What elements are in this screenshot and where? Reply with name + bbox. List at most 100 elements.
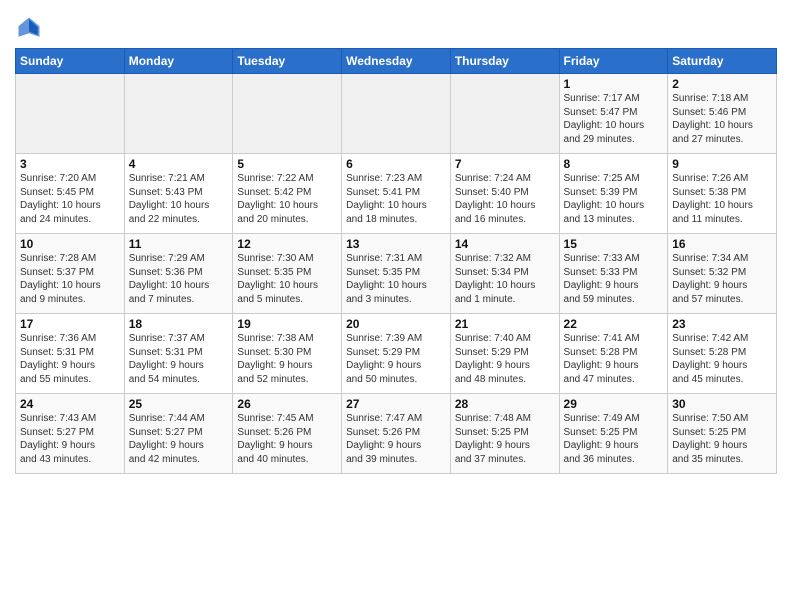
calendar-cell: 18Sunrise: 7:37 AM Sunset: 5:31 PM Dayli… [124,314,233,394]
calendar-cell: 13Sunrise: 7:31 AM Sunset: 5:35 PM Dayli… [342,234,451,314]
calendar-cell: 5Sunrise: 7:22 AM Sunset: 5:42 PM Daylig… [233,154,342,234]
day-info: Sunrise: 7:33 AM Sunset: 5:33 PM Dayligh… [564,252,664,306]
day-info: Sunrise: 7:32 AM Sunset: 5:34 PM Dayligh… [455,252,555,306]
weekday-header-saturday: Saturday [668,49,777,74]
day-info: Sunrise: 7:43 AM Sunset: 5:27 PM Dayligh… [20,412,120,466]
day-info: Sunrise: 7:39 AM Sunset: 5:29 PM Dayligh… [346,332,446,386]
calendar-cell: 6Sunrise: 7:23 AM Sunset: 5:41 PM Daylig… [342,154,451,234]
calendar-cell: 11Sunrise: 7:29 AM Sunset: 5:36 PM Dayli… [124,234,233,314]
day-info: Sunrise: 7:48 AM Sunset: 5:25 PM Dayligh… [455,412,555,466]
calendar-cell: 10Sunrise: 7:28 AM Sunset: 5:37 PM Dayli… [16,234,125,314]
calendar-cell: 22Sunrise: 7:41 AM Sunset: 5:28 PM Dayli… [559,314,668,394]
day-info: Sunrise: 7:21 AM Sunset: 5:43 PM Dayligh… [129,172,229,226]
weekday-header-friday: Friday [559,49,668,74]
calendar-table: SundayMondayTuesdayWednesdayThursdayFrid… [15,48,777,474]
calendar-cell: 9Sunrise: 7:26 AM Sunset: 5:38 PM Daylig… [668,154,777,234]
day-info: Sunrise: 7:17 AM Sunset: 5:47 PM Dayligh… [564,92,664,146]
calendar-cell [124,74,233,154]
day-info: Sunrise: 7:41 AM Sunset: 5:28 PM Dayligh… [564,332,664,386]
day-info: Sunrise: 7:23 AM Sunset: 5:41 PM Dayligh… [346,172,446,226]
day-info: Sunrise: 7:29 AM Sunset: 5:36 PM Dayligh… [129,252,229,306]
calendar-cell: 3Sunrise: 7:20 AM Sunset: 5:45 PM Daylig… [16,154,125,234]
weekday-header-row: SundayMondayTuesdayWednesdayThursdayFrid… [16,49,777,74]
weekday-header-monday: Monday [124,49,233,74]
calendar-cell [16,74,125,154]
calendar-week-row: 3Sunrise: 7:20 AM Sunset: 5:45 PM Daylig… [16,154,777,234]
calendar-cell: 26Sunrise: 7:45 AM Sunset: 5:26 PM Dayli… [233,394,342,474]
calendar-cell: 2Sunrise: 7:18 AM Sunset: 5:46 PM Daylig… [668,74,777,154]
day-number: 16 [672,237,772,251]
day-info: Sunrise: 7:37 AM Sunset: 5:31 PM Dayligh… [129,332,229,386]
calendar-cell: 28Sunrise: 7:48 AM Sunset: 5:25 PM Dayli… [450,394,559,474]
logo [15,14,45,42]
calendar-cell: 12Sunrise: 7:30 AM Sunset: 5:35 PM Dayli… [233,234,342,314]
day-number: 8 [564,157,664,171]
day-number: 27 [346,397,446,411]
day-number: 12 [237,237,337,251]
day-info: Sunrise: 7:31 AM Sunset: 5:35 PM Dayligh… [346,252,446,306]
day-number: 15 [564,237,664,251]
day-number: 5 [237,157,337,171]
calendar-cell: 24Sunrise: 7:43 AM Sunset: 5:27 PM Dayli… [16,394,125,474]
calendar-cell [450,74,559,154]
weekday-header-wednesday: Wednesday [342,49,451,74]
day-number: 6 [346,157,446,171]
day-number: 29 [564,397,664,411]
day-number: 14 [455,237,555,251]
day-info: Sunrise: 7:28 AM Sunset: 5:37 PM Dayligh… [20,252,120,306]
day-info: Sunrise: 7:45 AM Sunset: 5:26 PM Dayligh… [237,412,337,466]
day-info: Sunrise: 7:49 AM Sunset: 5:25 PM Dayligh… [564,412,664,466]
day-info: Sunrise: 7:26 AM Sunset: 5:38 PM Dayligh… [672,172,772,226]
day-number: 4 [129,157,229,171]
day-info: Sunrise: 7:24 AM Sunset: 5:40 PM Dayligh… [455,172,555,226]
page-container: SundayMondayTuesdayWednesdayThursdayFrid… [0,0,792,479]
day-number: 13 [346,237,446,251]
day-number: 26 [237,397,337,411]
day-number: 11 [129,237,229,251]
calendar-body: 1Sunrise: 7:17 AM Sunset: 5:47 PM Daylig… [16,74,777,474]
day-number: 21 [455,317,555,331]
day-info: Sunrise: 7:20 AM Sunset: 5:45 PM Dayligh… [20,172,120,226]
day-info: Sunrise: 7:42 AM Sunset: 5:28 PM Dayligh… [672,332,772,386]
calendar-cell [233,74,342,154]
weekday-header-thursday: Thursday [450,49,559,74]
weekday-header-sunday: Sunday [16,49,125,74]
calendar-cell: 25Sunrise: 7:44 AM Sunset: 5:27 PM Dayli… [124,394,233,474]
calendar-cell: 20Sunrise: 7:39 AM Sunset: 5:29 PM Dayli… [342,314,451,394]
calendar-cell: 29Sunrise: 7:49 AM Sunset: 5:25 PM Dayli… [559,394,668,474]
day-number: 7 [455,157,555,171]
calendar-cell: 14Sunrise: 7:32 AM Sunset: 5:34 PM Dayli… [450,234,559,314]
day-info: Sunrise: 7:30 AM Sunset: 5:35 PM Dayligh… [237,252,337,306]
calendar-week-row: 17Sunrise: 7:36 AM Sunset: 5:31 PM Dayli… [16,314,777,394]
day-info: Sunrise: 7:18 AM Sunset: 5:46 PM Dayligh… [672,92,772,146]
calendar-week-row: 24Sunrise: 7:43 AM Sunset: 5:27 PM Dayli… [16,394,777,474]
day-number: 22 [564,317,664,331]
calendar-cell: 30Sunrise: 7:50 AM Sunset: 5:25 PM Dayli… [668,394,777,474]
calendar-cell: 21Sunrise: 7:40 AM Sunset: 5:29 PM Dayli… [450,314,559,394]
calendar-cell: 17Sunrise: 7:36 AM Sunset: 5:31 PM Dayli… [16,314,125,394]
day-info: Sunrise: 7:22 AM Sunset: 5:42 PM Dayligh… [237,172,337,226]
calendar-cell [342,74,451,154]
day-number: 9 [672,157,772,171]
calendar-cell: 19Sunrise: 7:38 AM Sunset: 5:30 PM Dayli… [233,314,342,394]
day-info: Sunrise: 7:47 AM Sunset: 5:26 PM Dayligh… [346,412,446,466]
weekday-header-tuesday: Tuesday [233,49,342,74]
day-number: 25 [129,397,229,411]
calendar-week-row: 10Sunrise: 7:28 AM Sunset: 5:37 PM Dayli… [16,234,777,314]
calendar-cell: 16Sunrise: 7:34 AM Sunset: 5:32 PM Dayli… [668,234,777,314]
day-number: 24 [20,397,120,411]
calendar-header: SundayMondayTuesdayWednesdayThursdayFrid… [16,49,777,74]
day-info: Sunrise: 7:38 AM Sunset: 5:30 PM Dayligh… [237,332,337,386]
logo-icon [15,14,43,42]
day-info: Sunrise: 7:25 AM Sunset: 5:39 PM Dayligh… [564,172,664,226]
day-number: 28 [455,397,555,411]
header-row [15,10,777,42]
day-number: 19 [237,317,337,331]
day-number: 20 [346,317,446,331]
day-number: 23 [672,317,772,331]
day-info: Sunrise: 7:34 AM Sunset: 5:32 PM Dayligh… [672,252,772,306]
day-info: Sunrise: 7:36 AM Sunset: 5:31 PM Dayligh… [20,332,120,386]
calendar-cell: 4Sunrise: 7:21 AM Sunset: 5:43 PM Daylig… [124,154,233,234]
calendar-cell: 7Sunrise: 7:24 AM Sunset: 5:40 PM Daylig… [450,154,559,234]
day-number: 2 [672,77,772,91]
